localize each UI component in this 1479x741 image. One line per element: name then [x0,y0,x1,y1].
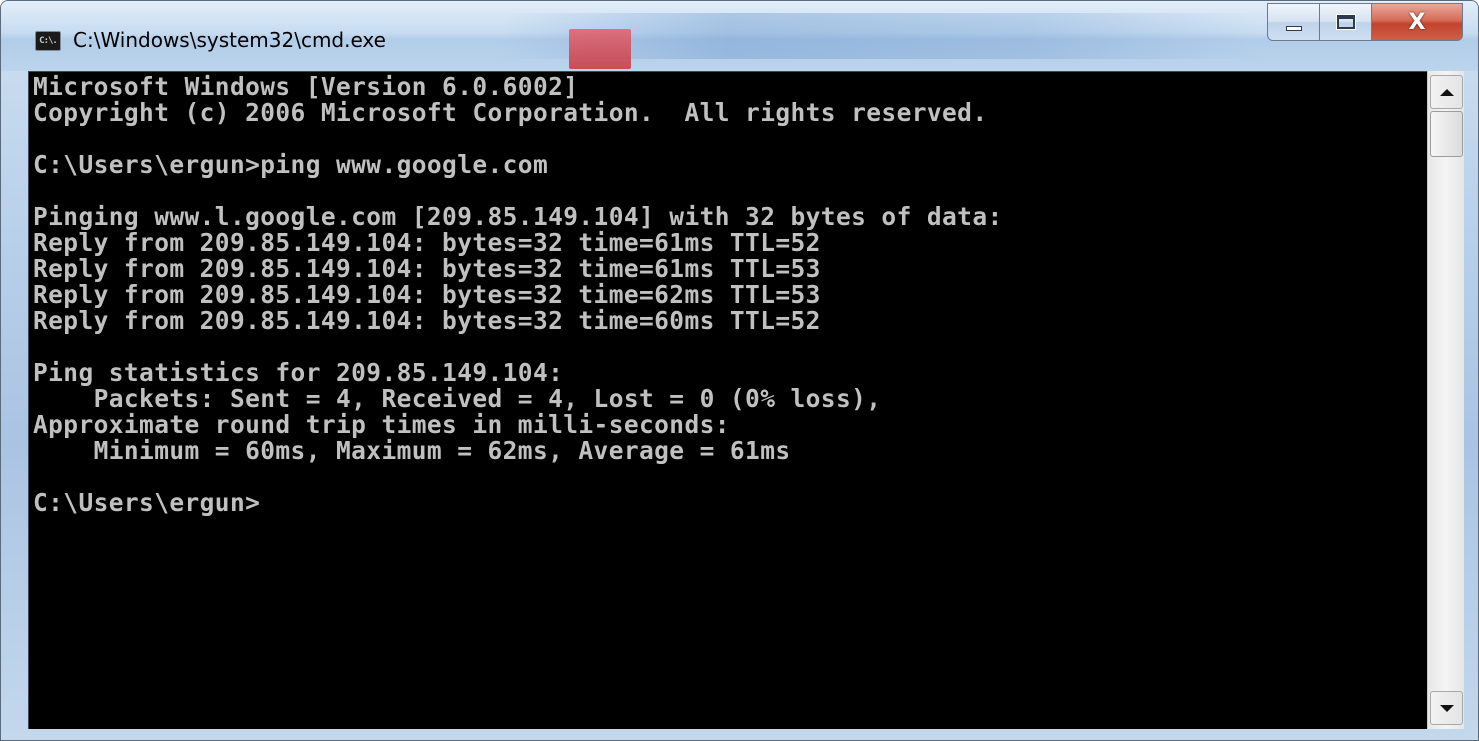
console-line: Approximate round trip times in milli-se… [33,410,730,439]
caption-buttons: X [1267,3,1463,43]
console-line: Reply from 209.85.149.104: bytes=32 time… [33,228,821,257]
title-bar-background-highlight [569,29,631,69]
console-line: Minimum = 60ms, Maximum = 62ms, Average … [33,436,791,465]
window-title: C:\Windows\system32\cmd.exe [73,28,386,52]
scroll-down-button[interactable] [1430,691,1463,725]
cmd-window: C:\. C:\Windows\system32\cmd.exe X Micro… [0,0,1479,741]
close-button[interactable]: X [1371,3,1463,41]
console-line: Reply from 209.85.149.104: bytes=32 time… [33,254,821,283]
title-bar[interactable]: C:\. C:\Windows\system32\cmd.exe X [1,1,1478,71]
console-line: Reply from 209.85.149.104: bytes=32 time… [33,280,821,309]
minimize-button[interactable] [1267,3,1319,41]
console-line: C:\Users\ergun> [33,488,261,517]
console-line: Packets: Sent = 4, Received = 4, Lost = … [33,384,882,413]
console-line: Copyright (c) 2006 Microsoft Corporation… [33,98,988,127]
minimize-icon [1285,25,1302,31]
vertical-scrollbar[interactable] [1427,71,1464,729]
console-line: Microsoft Windows [Version 6.0.6002] [33,72,579,101]
scrollbar-thumb[interactable] [1430,111,1463,157]
console-output[interactable]: Microsoft Windows [Version 6.0.6002] Copy… [28,71,1427,729]
console-line: Reply from 209.85.149.104: bytes=32 time… [33,306,821,335]
console-text: Microsoft Windows [Version 6.0.6002] Copy… [29,72,1427,516]
close-icon: X [1408,9,1426,35]
console-line: Ping statistics for 209.85.149.104: [33,358,564,387]
scroll-up-button[interactable] [1430,75,1463,109]
cmd-icon[interactable]: C:\. [35,31,61,51]
scroll-down-icon [1439,704,1454,712]
console-line: Pinging www.l.google.com [209.85.149.104… [33,202,1003,231]
maximize-icon [1336,15,1355,29]
maximize-button[interactable] [1319,3,1371,41]
scroll-up-icon [1439,88,1454,96]
console-line: C:\Users\ergun>ping www.google.com [33,150,549,179]
cmd-icon-text: C:\. [39,36,58,46]
